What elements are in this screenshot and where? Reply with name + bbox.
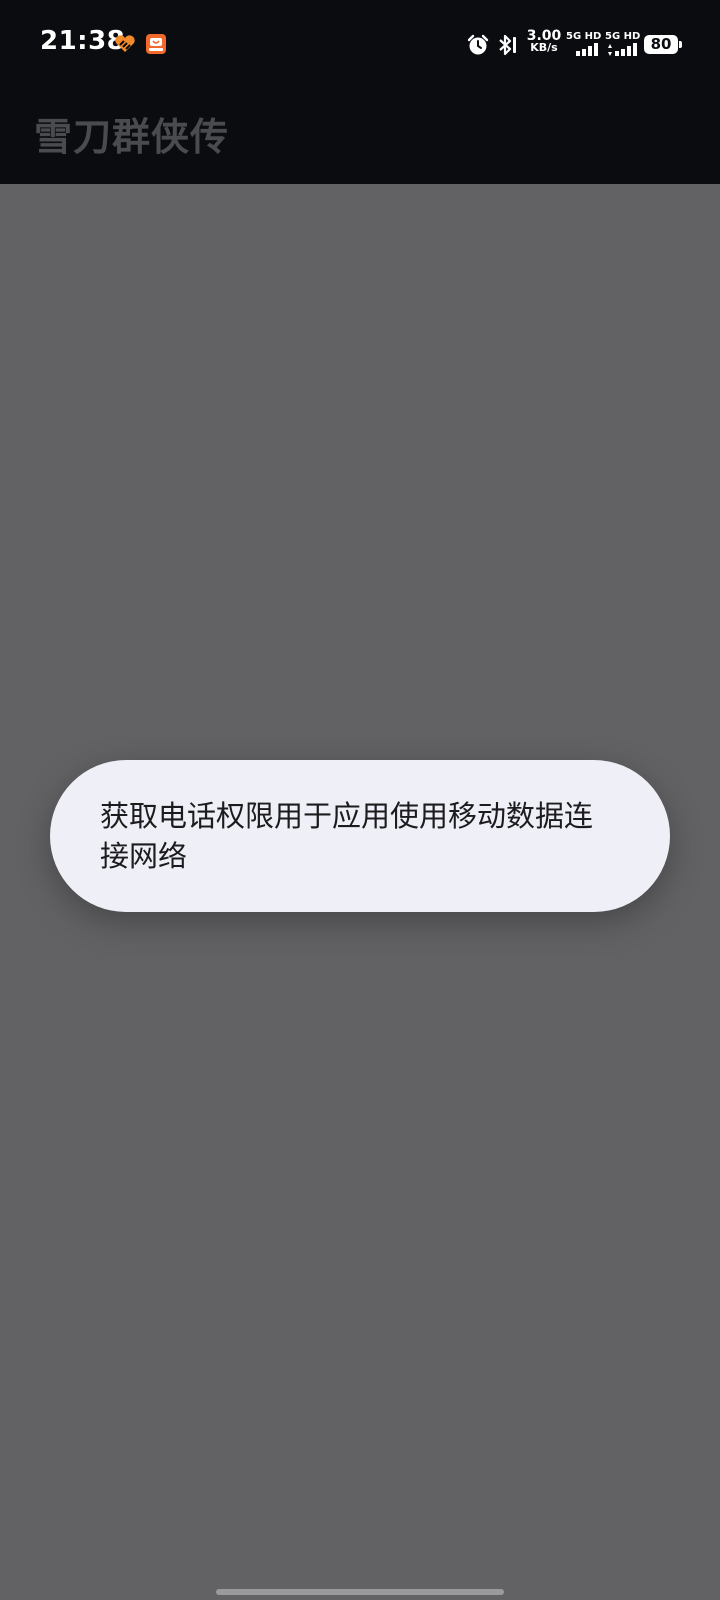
orange-shop-app-icon — [145, 33, 167, 55]
app-title: 雪刀群侠传 — [34, 115, 230, 159]
battery-icon: 80 — [644, 35, 678, 54]
signal-icon — [608, 43, 637, 56]
bluetooth-icon — [495, 33, 517, 57]
battery-tip — [679, 41, 682, 48]
sim1-label: 5G HD — [566, 31, 602, 42]
sim2-signal: 5G HD — [605, 31, 641, 57]
permission-toast: 获取电话权限用于应用使用移动数据连接网络 — [50, 760, 670, 912]
sim2-label: 5G HD — [605, 31, 641, 42]
status-bar: 21:38 3.00 KB/s 5G HD 5G HD 80 — [0, 0, 720, 90]
network-speed-unit: KB/s — [530, 41, 558, 54]
home-indicator[interactable] — [216, 1589, 504, 1595]
app-bar: 雪刀群侠传 — [0, 90, 720, 184]
alarm-icon — [467, 34, 489, 56]
signal-icon — [576, 43, 598, 56]
sim1-signal: 5G HD — [566, 31, 602, 57]
battery-level: 80 — [650, 35, 672, 53]
network-speed: 3.00 KB/s — [526, 29, 562, 54]
toast-message: 获取电话权限用于应用使用移动数据连接网络 — [100, 799, 594, 873]
status-time: 21:38 — [40, 26, 126, 56]
orange-heart-app-icon — [114, 33, 136, 55]
